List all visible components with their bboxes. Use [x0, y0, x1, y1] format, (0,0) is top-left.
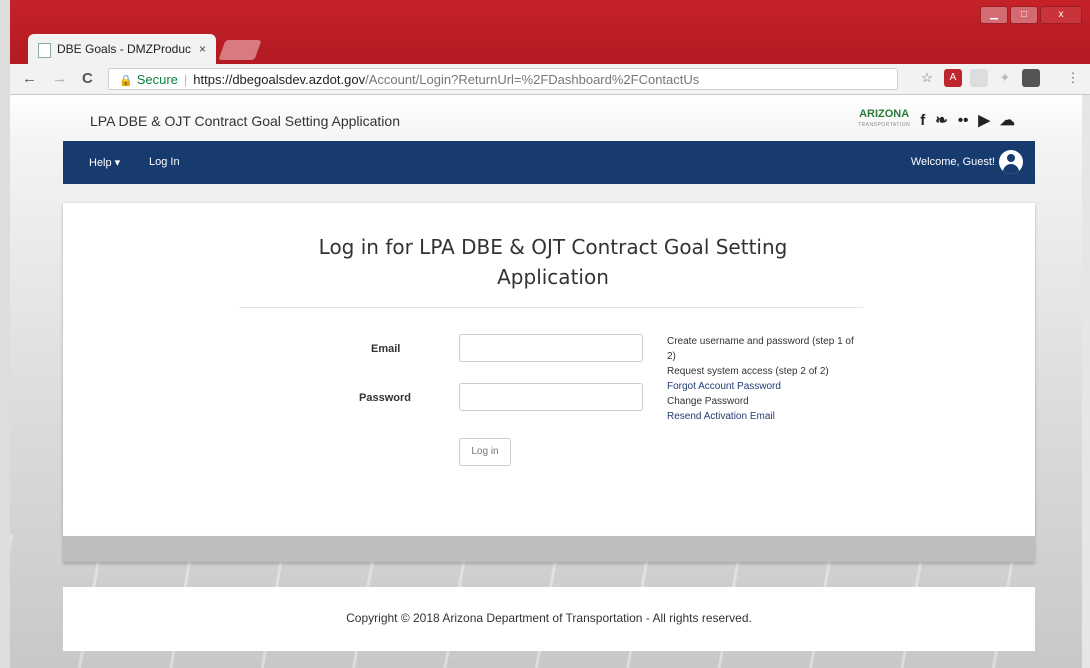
facebook-icon[interactable]: f — [920, 112, 925, 129]
address-bar[interactable]: 🔒 Secure | https://dbegoalsdev.azdot.gov/Ac… — [108, 68, 898, 90]
create-account-link[interactable]: Create username and password (step 1 of … — [667, 334, 857, 364]
secure-label: Secure — [136, 72, 178, 87]
nav-login-link[interactable]: Log In — [149, 156, 180, 168]
password-field[interactable] — [459, 383, 643, 411]
title-divider — [239, 307, 863, 308]
page-scrollbar[interactable] — [1082, 95, 1090, 668]
youtube-icon[interactable]: ▶ — [978, 111, 990, 129]
tab-close-icon[interactable]: × — [199, 42, 206, 64]
extension-pin-icon[interactable]: ✦ — [996, 69, 1014, 87]
extension-square-icon[interactable] — [1022, 69, 1040, 87]
forgot-password-link[interactable]: Forgot Account Password — [667, 379, 857, 394]
card-footer-bar — [63, 536, 1035, 562]
web-page: LPA DBE & OJT Contract Goal Setting Appl… — [10, 95, 1082, 668]
browser-titlebar: DBE Goals - DMZProduc × ▁ □ x — [0, 0, 1090, 66]
login-card: Log in for LPA DBE & OJT Contract Goal S… — [63, 203, 1035, 536]
browser-menu-icon[interactable]: ⋮ — [1064, 69, 1082, 87]
tab-title: DBE Goals - DMZProduc — [57, 42, 192, 56]
logo-text: ARIZONA — [859, 108, 910, 120]
copyright-text: Copyright © 2018 Arizona Department of T… — [346, 611, 752, 625]
pdf-extension-icon[interactable]: A — [944, 69, 962, 87]
browser-toolbar: ← → C 🔒 Secure | https://dbegoalsdev.azdot.… — [0, 64, 1090, 95]
account-links: Create username and password (step 1 of … — [667, 334, 857, 424]
welcome-text: Welcome, Guest! — [910, 156, 995, 168]
social-links: ARIZONA TRANSPORTATION f ❧ •• ▶ ☁ — [858, 109, 1015, 131]
lock-icon: 🔒 — [119, 75, 133, 87]
window-controls: ▁ □ x — [980, 6, 1082, 24]
login-button[interactable]: Log in — [459, 438, 511, 466]
extension-g-icon[interactable] — [970, 69, 988, 87]
flickr-icon[interactable]: •• — [958, 112, 969, 129]
omnibox-separator: | — [183, 72, 188, 87]
top-navbar: Help ▾ Log In Welcome, Guest! — [63, 141, 1035, 184]
adot-logo[interactable]: ARIZONA TRANSPORTATION — [858, 109, 910, 131]
page-favicon-icon — [38, 43, 51, 58]
maximize-button[interactable]: □ — [1010, 6, 1038, 24]
app-title: LPA DBE & OJT Contract Goal Setting Appl… — [90, 113, 400, 129]
back-arrow-icon[interactable]: ← — [22, 70, 37, 87]
resend-activation-link[interactable]: Resend Activation Email — [667, 409, 857, 424]
url-path: /Account/Login?ReturnUrl=%2FDashboard%2F… — [365, 72, 700, 87]
window-left-edge — [0, 0, 10, 668]
new-tab-button[interactable] — [218, 40, 262, 60]
user-avatar-icon[interactable] — [999, 150, 1023, 174]
email-label: Email — [371, 343, 401, 355]
page-title: Log in for LPA DBE & OJT Contract Goal S… — [318, 235, 788, 289]
minimize-button[interactable]: ▁ — [980, 6, 1008, 24]
logo-subtext: TRANSPORTATION — [858, 122, 911, 128]
blog-icon[interactable]: ☁ — [1000, 111, 1015, 129]
browser-tab[interactable]: DBE Goals - DMZProduc × — [28, 34, 216, 64]
close-window-button[interactable]: x — [1040, 6, 1082, 24]
footer: Copyright © 2018 Arizona Department of T… — [63, 587, 1035, 651]
password-label: Password — [359, 392, 411, 404]
reload-icon[interactable]: C — [82, 70, 93, 87]
url-host: https://dbegoalsdev.azdot.gov — [193, 72, 366, 87]
request-access-link[interactable]: Request system access (step 2 of 2) — [667, 364, 857, 379]
forward-arrow-icon[interactable]: → — [52, 70, 67, 87]
change-password-link[interactable]: Change Password — [667, 394, 857, 409]
email-field[interactable] — [459, 334, 643, 362]
bookmark-star-icon[interactable]: ☆ — [918, 69, 936, 87]
help-menu[interactable]: Help ▾ — [89, 156, 120, 169]
twitter-icon[interactable]: ❧ — [935, 111, 948, 129]
